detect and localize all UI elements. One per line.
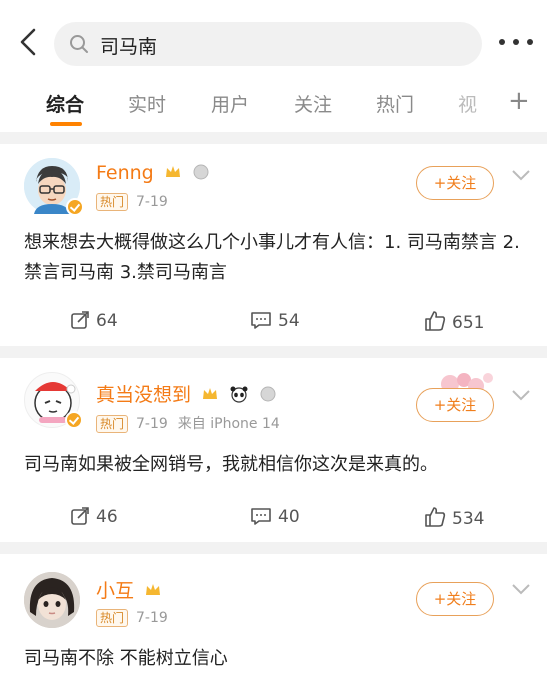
active-tab-indicator — [50, 122, 82, 126]
divider — [0, 346, 547, 358]
follow-button[interactable]: +关注 — [416, 166, 494, 200]
search-icon — [70, 35, 88, 53]
divider — [0, 132, 547, 144]
crown-icon — [165, 166, 180, 177]
post-text: 司马南如果被全网销号，我就相信你这次是来真的。 — [24, 454, 438, 475]
repost-icon — [71, 507, 89, 525]
post-date: 7-19 — [136, 610, 168, 626]
chevron-down-icon[interactable] — [510, 582, 532, 596]
hot-badge: 热门 — [96, 193, 129, 211]
avatar[interactable] — [24, 372, 83, 429]
back-arrow-icon[interactable] — [14, 26, 42, 58]
post-card: 真当没想到 热门 7-19 来自 iPhone 14 +关注 司马南如果被全网销号，… — [0, 358, 547, 542]
thumbs-up-icon — [425, 311, 446, 331]
comment-button[interactable]: 54 — [250, 310, 300, 331]
chevron-down-icon[interactable] — [510, 168, 532, 182]
post-card: 小互 热门 7-19 +关注 司马南不除 不能树立信心 — [0, 554, 547, 690]
tab-users[interactable]: 用户 — [211, 90, 249, 117]
follow-button[interactable]: +关注 — [416, 388, 494, 422]
post-text: 想来想去大概得做这么几个小事儿才有人信：1. 司马南禁言 2. 禁言司马南 3.… — [24, 232, 520, 283]
crown-icon — [146, 584, 161, 595]
tab-following[interactable]: 关注 — [294, 90, 332, 117]
top-bar: 司马南 — [0, 0, 547, 82]
post-meta: 热门 7-19 来自 iPhone 14 — [96, 413, 280, 433]
medal-icon — [193, 164, 209, 180]
follow-button[interactable]: +关注 — [416, 582, 494, 616]
post-meta: 热门 7-19 — [96, 609, 168, 627]
username[interactable]: 真当没想到 — [96, 380, 277, 407]
post-text: 司马南不除 不能树立信心 — [24, 648, 228, 669]
tab-video[interactable]: 视 — [458, 90, 477, 117]
username[interactable]: Fenng — [96, 162, 210, 184]
tab-comprehensive[interactable]: 综合 — [46, 90, 84, 117]
hot-badge: 热门 — [96, 415, 129, 433]
verified-badge-icon — [66, 198, 84, 216]
medal-icon — [260, 386, 276, 402]
post-meta: 热门 7-19 — [96, 193, 168, 211]
comment-icon — [251, 508, 271, 525]
avatar[interactable] — [24, 572, 80, 628]
repost-button[interactable]: 46 — [70, 506, 118, 527]
comment-button[interactable]: 40 — [250, 506, 300, 527]
post-date: 7-19 — [136, 416, 168, 432]
more-options-icon[interactable] — [496, 30, 536, 54]
like-button[interactable]: 651 — [424, 310, 484, 333]
comment-icon — [251, 312, 271, 329]
divider — [0, 542, 547, 554]
girl-avatar-icon — [24, 572, 80, 628]
repost-icon — [71, 311, 89, 329]
tab-hot[interactable]: 热门 — [376, 90, 414, 117]
search-input[interactable]: 司马南 — [54, 22, 482, 66]
post-date: 7-19 — [136, 194, 168, 210]
like-button[interactable]: 534 — [424, 506, 484, 529]
tab-realtime[interactable]: 实时 — [128, 90, 166, 117]
panda-icon — [230, 386, 248, 403]
search-query: 司马南 — [100, 36, 158, 58]
thumbs-up-icon — [425, 507, 446, 527]
repost-button[interactable]: 64 — [70, 310, 118, 331]
crown-icon — [203, 388, 218, 399]
username[interactable]: 小互 — [96, 576, 162, 603]
hot-badge: 热门 — [96, 609, 129, 627]
post-card: Fenng 热门 7-19 +关注 想来想去大概得做这么几个小事儿才有人信：1. … — [0, 144, 547, 346]
avatar[interactable] — [24, 158, 84, 216]
add-tab-icon[interactable]: + — [508, 86, 530, 116]
verified-badge-icon — [65, 411, 83, 429]
chevron-down-icon[interactable] — [510, 388, 532, 402]
post-source: 来自 iPhone 14 — [177, 416, 280, 432]
search-tabs: 综合 实时 用户 关注 热门 视 + — [0, 82, 547, 132]
